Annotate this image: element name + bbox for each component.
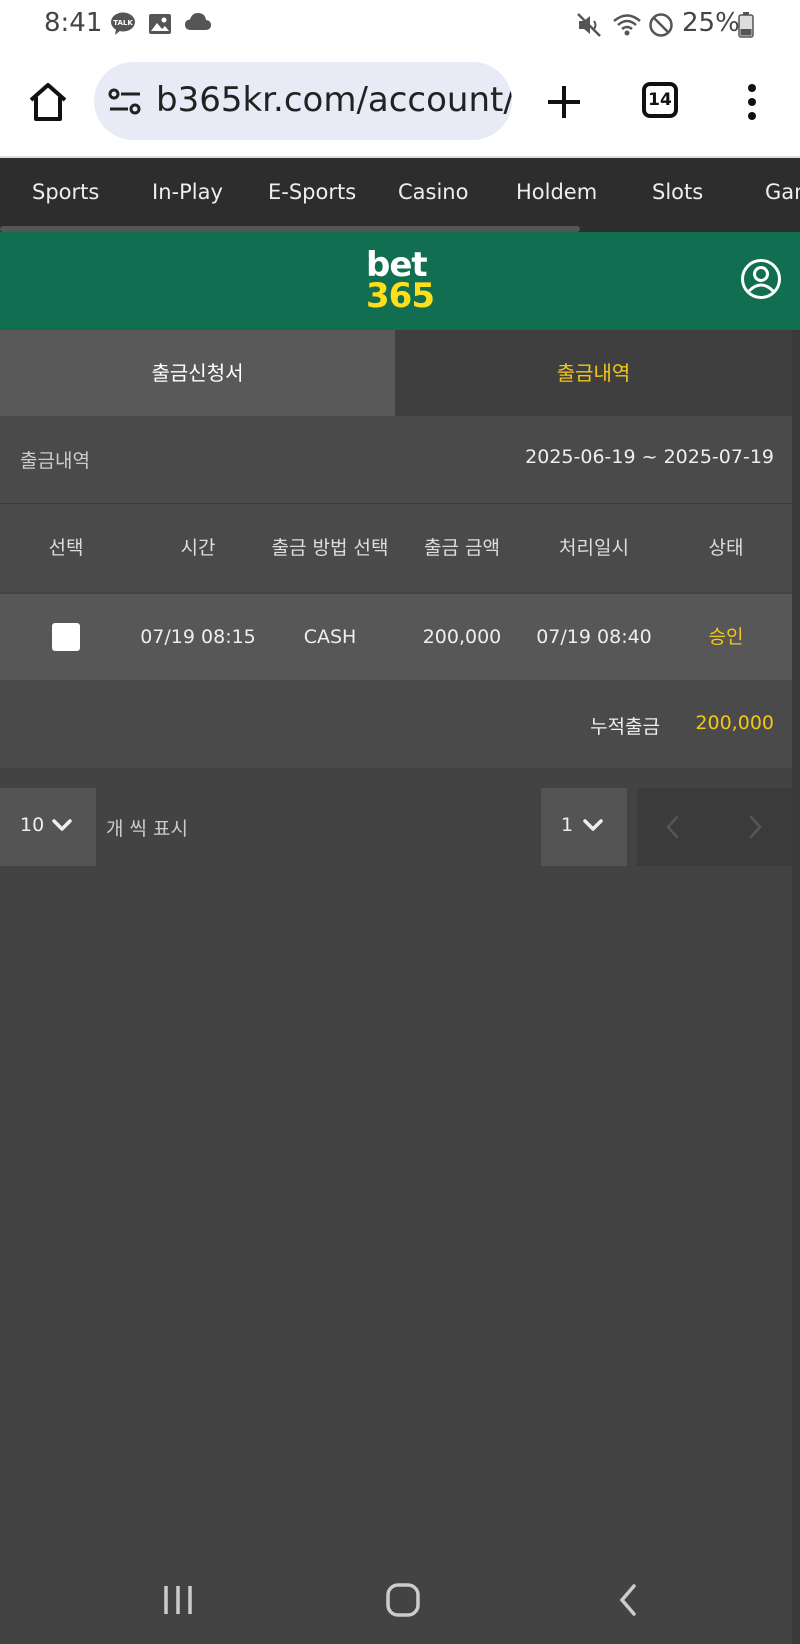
user-account-icon[interactable] [740,258,782,300]
chevron-right-icon[interactable] [747,814,763,840]
status-time: 8:41 [44,8,103,38]
row-amount: 200,000 [422,626,502,648]
page-nav [637,788,792,866]
nav-item-games[interactable]: Games [765,158,800,226]
tab-withdrawal-request[interactable]: 출금신청서 [0,330,395,416]
site-header: bet 365 [0,232,800,330]
page-select[interactable]: 1 [541,788,627,866]
cloud-icon [185,13,211,30]
col-status: 상태 [708,537,744,559]
bet365-logo[interactable]: bet 365 [366,248,436,316]
right-edge-strip [792,330,800,1644]
row-method: CASH [303,626,357,648]
col-select: 선택 [48,537,84,559]
col-time: 시간 [180,537,216,559]
browser-toolbar: b365kr.com/account/w 14 [0,50,800,158]
back-icon[interactable] [616,1582,640,1618]
nav-item-e-sports[interactable]: E-Sports [268,158,356,226]
col-amount: 출금 금액 [424,537,500,559]
battery-percent: 25% [682,8,740,38]
nav-item-sports[interactable]: Sports [32,158,99,226]
home-button-icon[interactable] [385,1582,421,1618]
page-size-select[interactable]: 10 [0,788,96,866]
url-text[interactable]: b365kr.com/account/w [156,80,512,120]
table-row: 07/19 08:15 CASH 200,000 07/19 08:40 승인 [0,594,792,680]
home-icon[interactable] [26,80,70,124]
tab-withdrawal-history[interactable]: 출금내역 [395,330,792,416]
battery-icon [738,12,754,38]
status-badge: 승인 [708,626,744,648]
status-bar: 8:41 TALK 25% [0,0,800,50]
page-size-label: 개 씩 표시 [106,818,188,840]
more-menu-icon[interactable] [740,80,764,124]
row-select-checkbox[interactable] [52,623,80,651]
gallery-icon [149,14,171,34]
do-not-disturb-icon [649,13,673,37]
section-title: 출금내역 [20,450,90,472]
recent-apps-icon[interactable] [162,1582,194,1618]
row-processed: 07/19 08:40 [536,626,652,648]
chevron-left-icon[interactable] [665,814,681,840]
col-processed: 처리일시 [559,537,629,559]
new-tab-icon[interactable] [542,80,586,124]
mute-icon [577,13,601,37]
date-range[interactable]: 2025-06-19 ~ 2025-07-19 [525,446,774,468]
address-bar[interactable]: b365kr.com/account/w [94,62,512,140]
nav-item-holdem[interactable]: Holdem [516,158,597,226]
nav-item-in-play[interactable]: In-Play [152,158,223,226]
col-method: 출금 방법 선택 [271,537,389,559]
logo-text-365: 365 [366,276,435,316]
row-time: 07/19 08:15 [140,626,256,648]
chevron-down-icon [52,819,72,831]
wifi-icon [613,14,641,36]
talk-icon: TALK [111,12,135,35]
total-row: 누적출금 200,000 [0,680,792,768]
system-nav-bar [0,1560,800,1644]
top-nav: Sports In-Play E-Sports Casino Holdem Sl… [0,158,800,232]
history-filter-row: 출금내역 2025-06-19 ~ 2025-07-19 [0,416,792,504]
nav-item-slots[interactable]: Slots [652,158,703,226]
table-header: 선택 시간 출금 방법 선택 출금 금액 처리일시 상태 [0,504,792,592]
total-value: 200,000 [695,712,774,734]
chevron-down-icon [583,819,603,831]
tab-switcher-button[interactable]: 14 [642,82,678,118]
page-value: 1 [561,814,574,836]
total-label: 누적출금 [590,716,660,738]
nav-item-casino[interactable]: Casino [398,158,468,226]
withdrawal-tabs: 출금신청서 출금내역 [0,330,792,416]
site-settings-icon[interactable] [108,87,142,117]
talk-badge-text: TALK [113,19,133,27]
page-size-value: 10 [20,814,45,836]
